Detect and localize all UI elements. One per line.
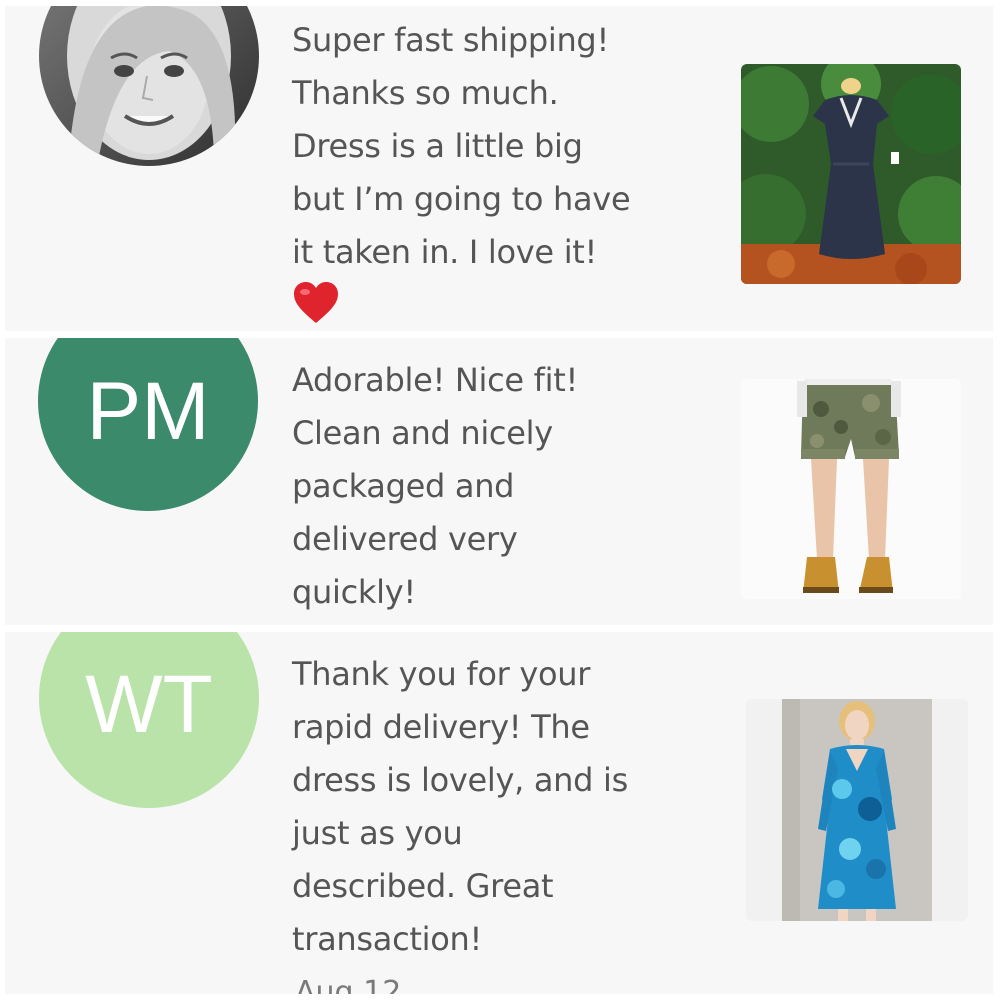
review-date: Aug 12 [295, 975, 402, 995]
avatar-initials: WT [85, 659, 213, 750]
product-thumbnail[interactable] [741, 64, 961, 284]
reviewer-photo-icon [39, 6, 259, 166]
review-feed: Super fast shipping! Thanks so much. Dre… [0, 0, 1000, 1000]
review-text: Thank you for your rapid delivery! The d… [292, 655, 629, 958]
review-card: PM Adorable! Nice fit! Clean and nicely … [5, 338, 993, 625]
reviewer-avatar[interactable]: WT [39, 632, 259, 808]
navy-dress-photo-icon [741, 64, 961, 284]
reviewer-avatar[interactable] [39, 6, 259, 166]
camo-shorts-photo-icon [741, 379, 961, 599]
product-thumbnail[interactable] [746, 699, 968, 921]
blue-dress-photo-icon [746, 699, 968, 921]
review-text: Super fast shipping! Thanks so much. Dre… [292, 21, 631, 271]
review-text: Adorable! Nice fit! Clean and nicely pac… [292, 361, 578, 611]
avatar-initials: PM [86, 366, 210, 457]
review-card: Super fast shipping! Thanks so much. Dre… [5, 6, 993, 331]
product-thumbnail[interactable] [741, 379, 961, 599]
heart-icon [294, 282, 338, 323]
reviewer-avatar[interactable]: PM [38, 338, 258, 511]
review-card: WT Thank you for your rapid delivery! Th… [5, 632, 993, 994]
